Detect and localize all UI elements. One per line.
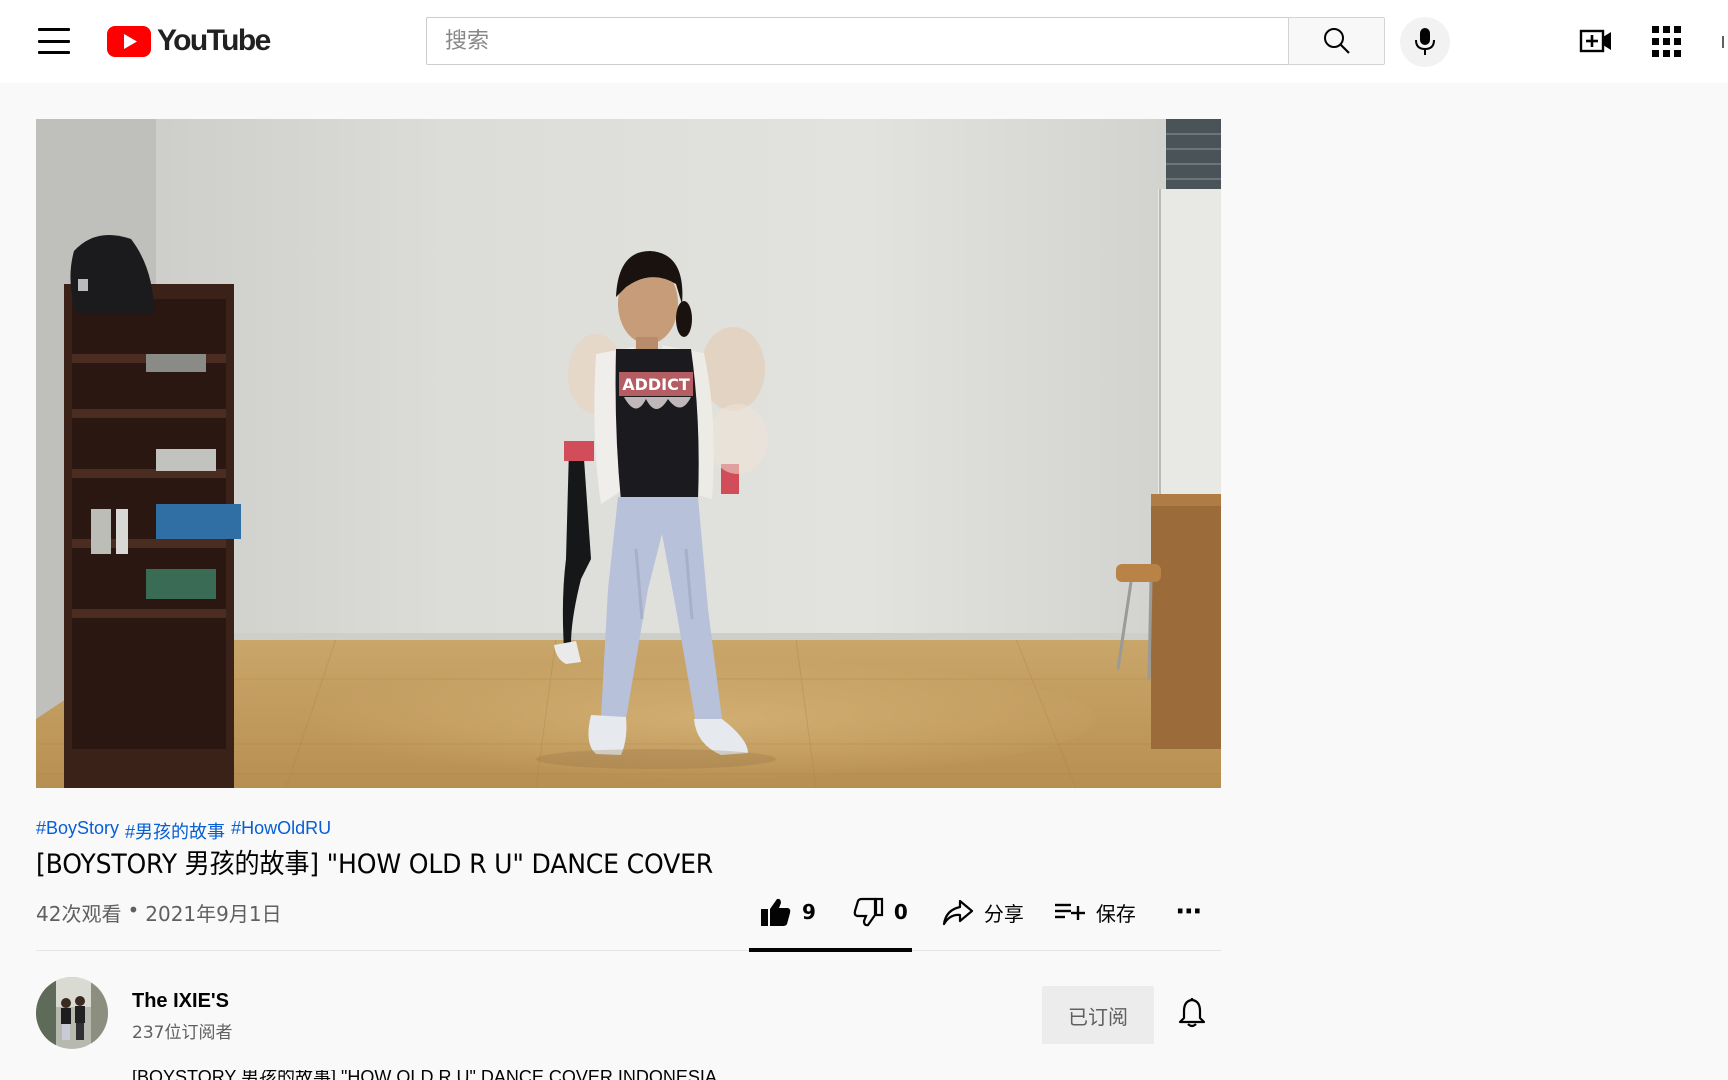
- microphone-icon: [1415, 28, 1435, 55]
- share-button[interactable]: 分享: [942, 890, 1024, 934]
- more-icon: ⋯: [1175, 897, 1202, 927]
- youtube-logo[interactable]: YouTube: [107, 24, 271, 58]
- save-label: 保存: [1095, 901, 1136, 926]
- video-player[interactable]: ADDICT: [36, 119, 1221, 788]
- upload-date: 2021年9月1日: [145, 902, 282, 926]
- channel-name[interactable]: The IXIE'S: [132, 990, 229, 1013]
- apps-grid-icon[interactable]: [1652, 26, 1684, 58]
- hashtag-link[interactable]: #男孩的故事: [125, 818, 225, 842]
- dislike-count: 0: [893, 900, 908, 924]
- logo-text: YouTube: [157, 24, 271, 57]
- search-icon: [1323, 28, 1350, 54]
- video-add-icon: [1579, 29, 1611, 53]
- search-input[interactable]: [427, 18, 1288, 64]
- masthead: YouTube: [0, 0, 1728, 83]
- video-title: [BOYSTORY 男孩的故事] "HOW OLD R U" DANCE COV…: [36, 849, 714, 880]
- menu-icon[interactable]: [38, 28, 70, 54]
- view-count: 42次观看: [36, 902, 122, 926]
- hashtag-link[interactable]: #HowOldRU: [231, 818, 331, 840]
- share-label: 分享: [983, 901, 1024, 926]
- video-description: [BOYSTORY 男孩的故事] "HOW OLD R U" DANCE COV…: [132, 1070, 1132, 1080]
- thumbs-up-icon: [761, 898, 791, 926]
- video-frame: ADDICT: [36, 119, 1221, 788]
- dislike-button[interactable]: 0: [852, 890, 908, 934]
- notification-bell-button[interactable]: [1176, 996, 1208, 1030]
- search-button[interactable]: [1288, 17, 1385, 65]
- save-button[interactable]: 保存: [1054, 890, 1136, 934]
- video-actions: 9 0 分享 保存 ⋯: [750, 890, 1202, 934]
- avatar-image: [36, 977, 108, 1049]
- search-box: [426, 17, 1288, 65]
- voice-search-button[interactable]: [1400, 17, 1450, 67]
- shirt-graphic-text: ADDICT: [622, 375, 690, 394]
- playlist-add-icon: [1054, 903, 1085, 920]
- like-count: 9: [802, 900, 816, 924]
- divider: [36, 950, 1221, 951]
- account-icon-partial[interactable]: [1722, 36, 1728, 48]
- hashtag-link[interactable]: #BoyStory: [36, 818, 119, 840]
- thumbs-down-icon: [853, 897, 884, 927]
- create-video-button[interactable]: [1578, 24, 1614, 58]
- subscriber-count: 237位订阅者: [132, 1023, 233, 1043]
- subscribed-button[interactable]: 已订阅: [1042, 986, 1154, 1044]
- channel-avatar[interactable]: [36, 977, 108, 1049]
- like-button[interactable]: 9: [760, 890, 816, 934]
- more-actions-button[interactable]: ⋯: [1176, 890, 1202, 934]
- sentiment-bar: [749, 948, 912, 952]
- hashtag-list: #BoyStory #男孩的故事 #HowOldRU: [36, 818, 331, 842]
- description-line: [BOYSTORY 男孩的故事] "HOW OLD R U" DANCE COV…: [132, 1070, 717, 1080]
- meta-separator: •: [127, 898, 140, 922]
- bell-icon: [1178, 998, 1206, 1028]
- youtube-play-icon: [107, 25, 151, 57]
- video-meta: 42次观看 • 2021年9月1日: [36, 898, 282, 927]
- share-icon: [942, 899, 973, 926]
